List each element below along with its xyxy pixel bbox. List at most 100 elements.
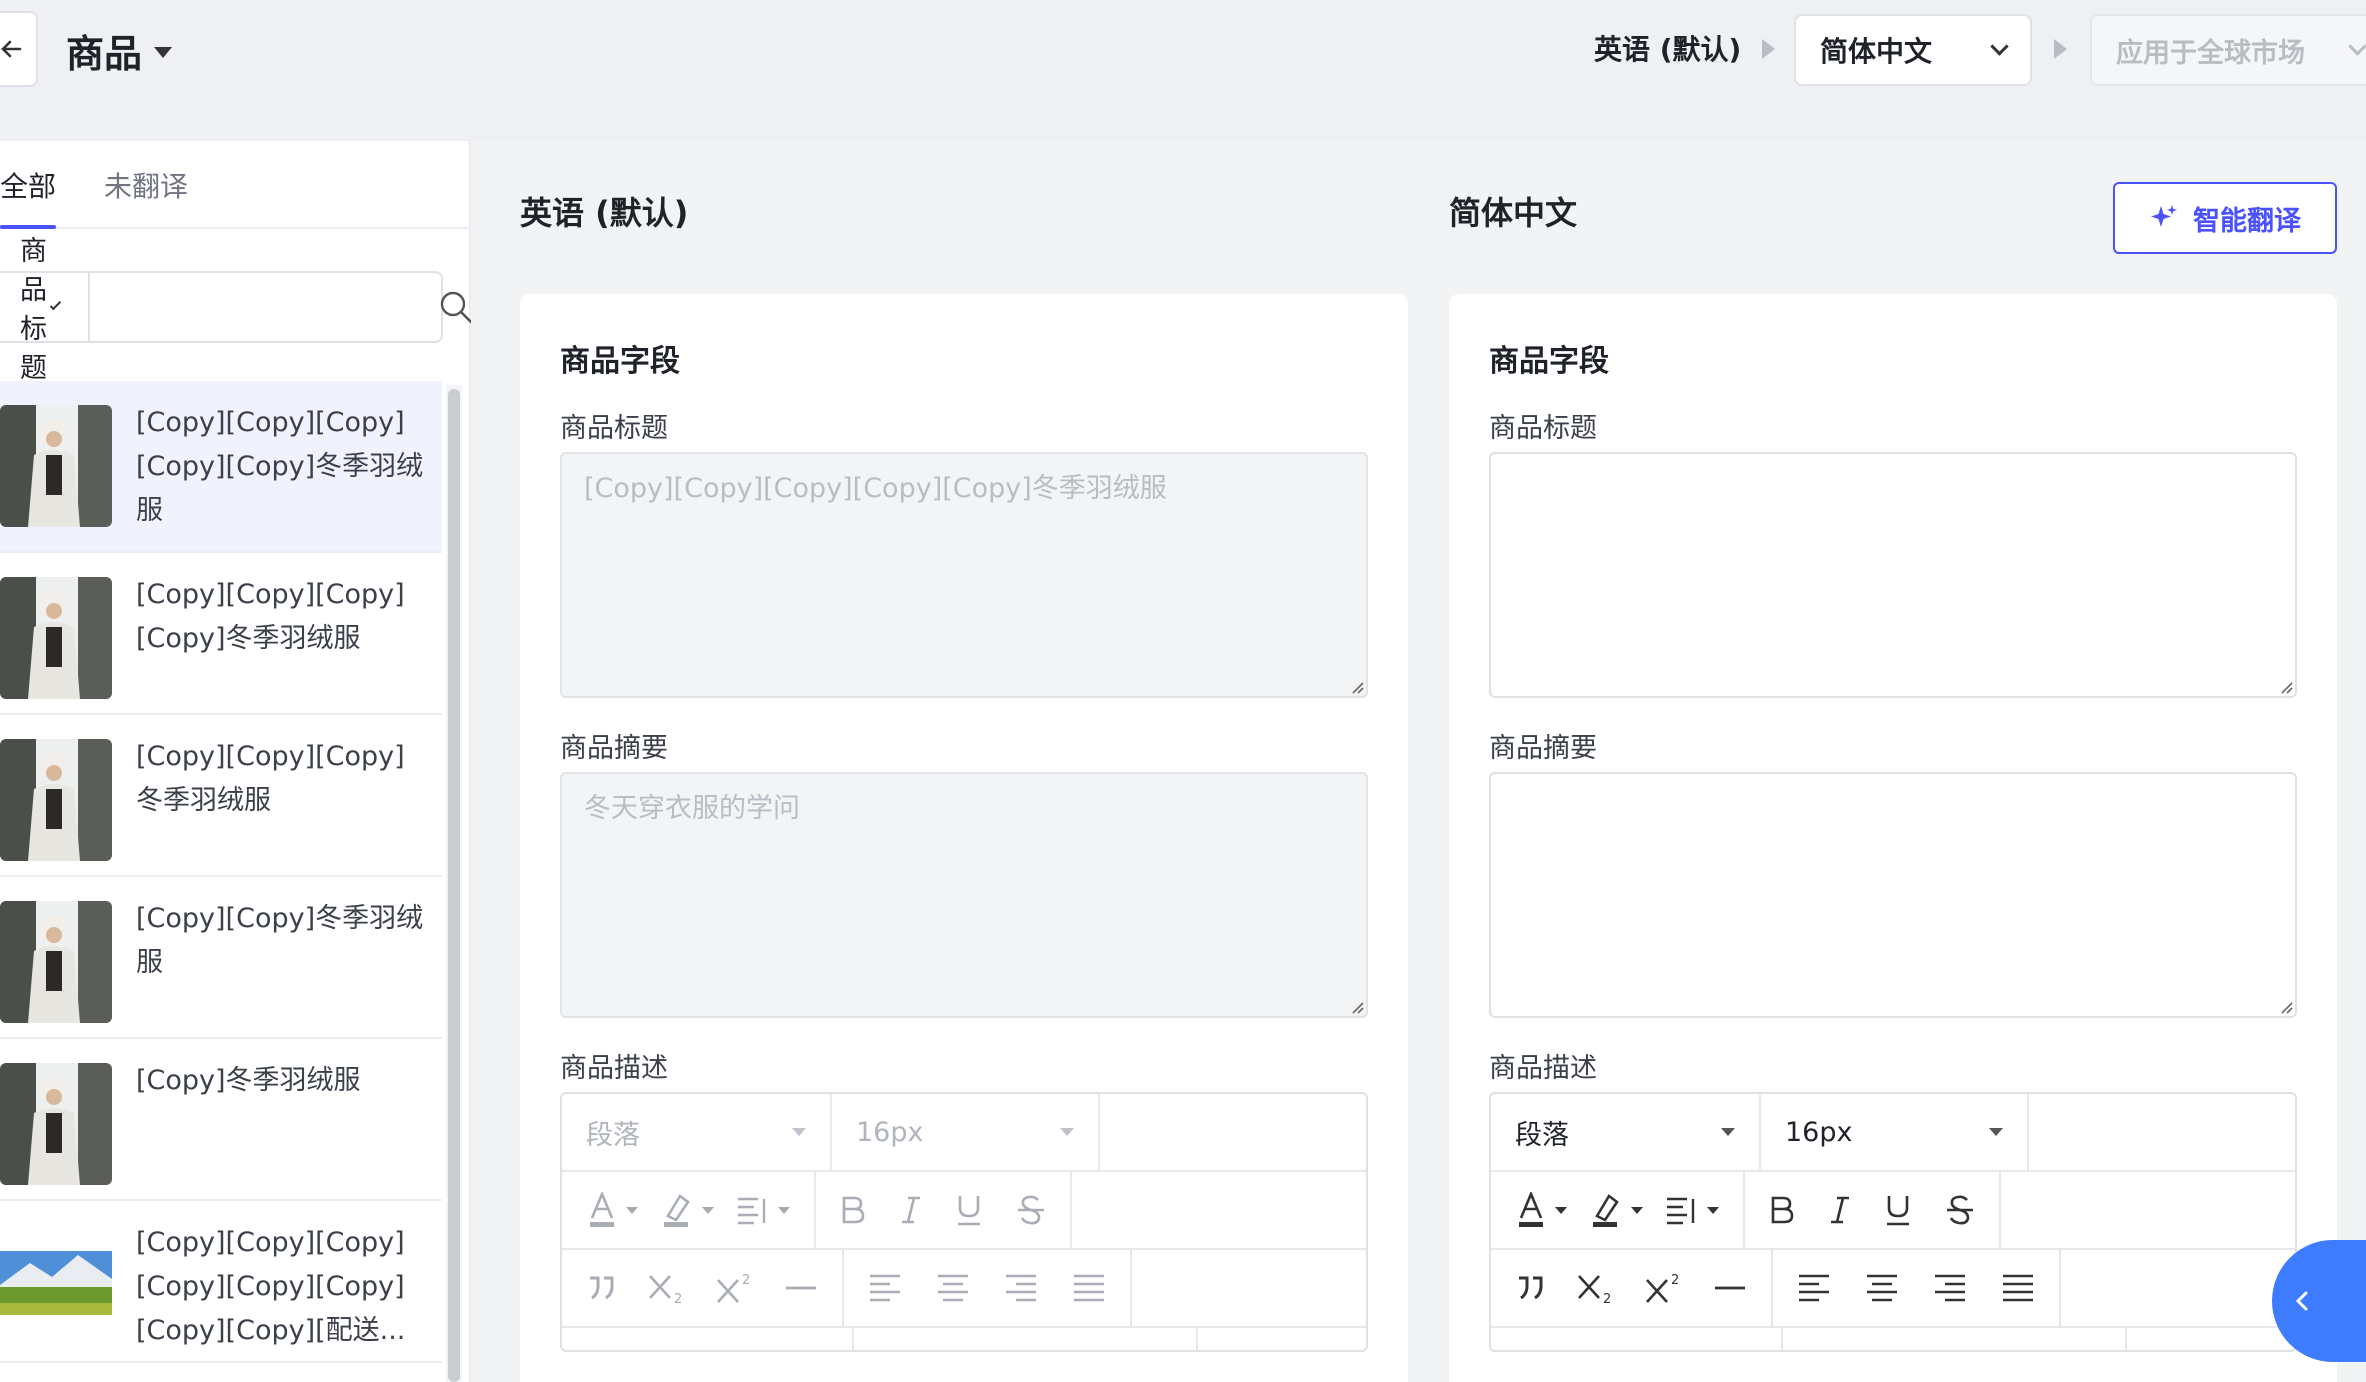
- scrollbar-thumb[interactable]: [448, 389, 460, 1382]
- list-tools: 123: [562, 1328, 854, 1350]
- product-name: [Copy]冬季羽绒服: [136, 1065, 361, 1096]
- align-center-icon[interactable]: [1865, 1273, 1899, 1303]
- product-list: [Copy][Copy][Copy][Copy][Copy]冬季羽绒服 [Cop…: [0, 381, 442, 1382]
- search-field-select[interactable]: 商品标题: [0, 236, 90, 384]
- align-justify-icon: [1072, 1273, 1106, 1303]
- source-description-editor: 段落 16px 2 2: [560, 1092, 1368, 1352]
- svg-text:2: 2: [1603, 1292, 1611, 1304]
- search-input[interactable]: [90, 273, 438, 341]
- summary-label: 商品摘要: [1489, 733, 1597, 764]
- smart-translate-button[interactable]: 智能翻译: [2113, 182, 2337, 254]
- product-list-panel: 全部 未翻译 商品标题 [Copy][Copy][Copy][Copy][Cop…: [0, 141, 473, 1382]
- strikethrough-icon[interactable]: [1945, 1194, 1975, 1226]
- font-size-select[interactable]: 16px: [1761, 1094, 2029, 1170]
- caret-down-icon: [778, 1206, 790, 1214]
- format-tools: [1745, 1172, 2001, 1248]
- line-height-icon[interactable]: [1665, 1195, 1719, 1225]
- editor-toolbar-row: [562, 1172, 1366, 1250]
- bold-icon: [840, 1195, 866, 1225]
- underline-icon: [956, 1194, 982, 1226]
- caret-down-icon: [1721, 1128, 1735, 1136]
- font-size-dropdown: 16px: [856, 1117, 1074, 1148]
- target-title-field[interactable]: [1489, 452, 2297, 698]
- quote-icon: [586, 1276, 618, 1300]
- paragraph-style-value: 段落: [586, 1119, 640, 1151]
- top-bar: 商品 英语 (默认) 简体中文 应用于全球市场: [0, 0, 2366, 141]
- italic-icon[interactable]: [1829, 1195, 1851, 1225]
- product-name: [Copy][Copy][Copy]冬季羽绒服: [136, 741, 405, 816]
- source-summary-field: 冬天穿衣服的学问: [560, 772, 1368, 1018]
- caret-down-icon: [1555, 1206, 1567, 1214]
- resize-grip-icon[interactable]: [2279, 1000, 2293, 1014]
- resize-grip-icon: [1352, 682, 1364, 694]
- smart-translate-label: 智能翻译: [2193, 205, 2301, 237]
- back-button[interactable]: [0, 11, 38, 87]
- color-tools: [562, 1172, 816, 1248]
- search-icon[interactable]: [438, 273, 474, 341]
- align-left-icon: [868, 1273, 902, 1303]
- underline-icon[interactable]: [1885, 1194, 1911, 1226]
- list-item[interactable]: [Copy][Copy][Copy][Copy][Copy][Copy][Cop…: [0, 1201, 442, 1363]
- align-right-icon: [1004, 1273, 1038, 1303]
- quote-icon[interactable]: [1515, 1276, 1547, 1300]
- caret-down-icon: [792, 1128, 806, 1136]
- summary-label: 商品摘要: [560, 733, 668, 764]
- editor-toolbar-row: 段落 16px: [1491, 1094, 2295, 1172]
- italic-icon: [900, 1195, 922, 1225]
- caret-down-icon: [1707, 1206, 1719, 1214]
- resize-grip-icon[interactable]: [2279, 680, 2293, 694]
- superscript-icon[interactable]: 2: [1645, 1272, 1683, 1304]
- woman-coat-icon: [0, 739, 112, 861]
- translation-workspace: 英语 (默认) 简体中文 智能翻译 商品字段 商品标题 [Copy][Copy]…: [471, 141, 2366, 1382]
- bold-icon[interactable]: [1769, 1195, 1795, 1225]
- color-tools: [1491, 1172, 1745, 1248]
- arrow-left-icon: [1, 40, 22, 58]
- description-label: 商品描述: [1489, 1053, 1597, 1084]
- media-tools: [854, 1328, 1198, 1350]
- align-right-icon[interactable]: [1933, 1273, 1967, 1303]
- woman-coat-icon: [0, 405, 112, 527]
- target-summary-field[interactable]: [1489, 772, 2297, 1018]
- market-select[interactable]: 应用于全球市场: [2090, 14, 2366, 86]
- paragraph-select[interactable]: 段落: [1515, 1113, 1735, 1152]
- market-value: 应用于全球市场: [2116, 37, 2305, 69]
- woman-coat-icon: [0, 577, 112, 699]
- list-item[interactable]: [Copy][Copy]冬季羽绒服: [0, 877, 442, 1039]
- search-filter: 商品标题: [0, 236, 473, 384]
- subscript-icon: 2: [648, 1272, 686, 1304]
- caret-down-icon: [702, 1206, 714, 1214]
- woman-coat-icon: [0, 901, 112, 1023]
- paragraph-style-select[interactable]: 段落: [1491, 1094, 1761, 1170]
- align-left-icon[interactable]: [1797, 1273, 1831, 1303]
- font-color-icon: [586, 1192, 638, 1228]
- align-tools: [844, 1250, 1132, 1326]
- editor-toolbar-row: 123: [1491, 1328, 2295, 1350]
- page-title-dropdown[interactable]: 商品: [66, 22, 173, 78]
- svg-text:2: 2: [1671, 1273, 1679, 1288]
- target-description-editor[interactable]: 段落 16px 2 2: [1489, 1092, 2297, 1352]
- highlight-icon[interactable]: [1589, 1192, 1643, 1228]
- target-card: 商品字段 商品标题 商品摘要 商品描述 段落 16px 2 2: [1449, 294, 2337, 1382]
- align-justify-icon[interactable]: [2001, 1273, 2035, 1303]
- horizontal-rule-icon[interactable]: [1713, 1273, 1747, 1303]
- tab-untranslated[interactable]: 未翻译: [104, 165, 188, 209]
- title-label: 商品标题: [560, 413, 668, 444]
- list-item[interactable]: [Copy][Copy][Copy][Copy][Copy]冬季羽绒服: [0, 381, 442, 553]
- editor-toolbar-row: 2 2: [1491, 1250, 2295, 1328]
- landscape-icon: [0, 1225, 112, 1347]
- list-item[interactable]: [Copy]冬季羽绒服: [0, 1039, 442, 1201]
- target-column-heading: 简体中文: [1449, 194, 1578, 232]
- source-summary-value: 冬天穿衣服的学问: [584, 793, 800, 824]
- target-language-select[interactable]: 简体中文: [1794, 14, 2032, 86]
- subscript-icon[interactable]: 2: [1577, 1272, 1615, 1304]
- font-color-icon[interactable]: [1515, 1192, 1567, 1228]
- title-label: 商品标题: [1489, 413, 1597, 444]
- chevron-left-icon: [2295, 1291, 2308, 1311]
- search-field-value: 商品标题: [20, 236, 47, 384]
- editor-toolbar-row: 段落 16px: [562, 1094, 1366, 1172]
- list-item[interactable]: [Copy][Copy][Copy][Copy]冬季羽绒服: [0, 553, 442, 715]
- tab-all[interactable]: 全部: [0, 165, 57, 229]
- list-item[interactable]: [Copy][Copy][Copy]冬季羽绒服: [0, 715, 442, 877]
- woman-coat-icon: [0, 1063, 112, 1185]
- font-size-dropdown[interactable]: 16px: [1785, 1117, 2003, 1148]
